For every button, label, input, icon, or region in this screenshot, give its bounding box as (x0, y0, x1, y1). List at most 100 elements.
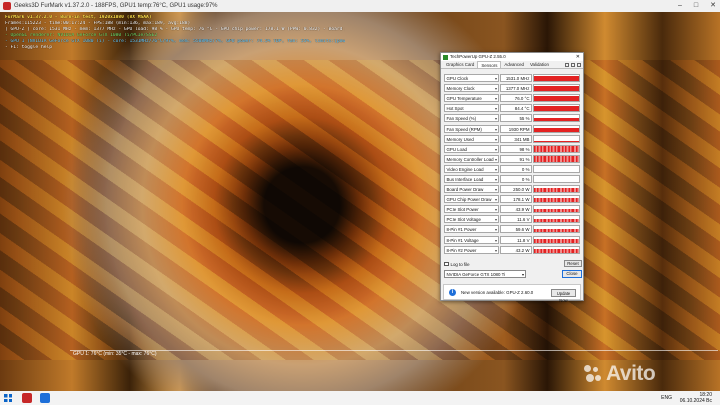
sensor-graph-fill (534, 106, 579, 112)
minimize-icon[interactable]: – (678, 0, 682, 12)
tab-sensors[interactable]: Sensors (477, 61, 502, 68)
sensor-graph (533, 215, 580, 224)
sensor-list: GPU Clock1531.0 MHzMemory Clock1377.0 MH… (444, 73, 580, 255)
sensor-label-dropdown[interactable]: GPU Temperature (444, 94, 499, 103)
sensor-label-dropdown[interactable]: Board Power Draw (444, 185, 499, 194)
sensor-label-dropdown[interactable]: Hot Spot (444, 104, 499, 113)
maximize-icon[interactable]: □ (694, 0, 698, 12)
watermark: Avito (606, 362, 656, 385)
sensor-graph-fill (534, 146, 579, 152)
sensor-graph (533, 84, 580, 93)
gpuz-taskbar-icon[interactable] (40, 393, 50, 403)
sensor-row: Video Engine Load0 % (444, 164, 580, 174)
sensor-graph (533, 205, 580, 214)
sensor-label-dropdown[interactable]: 8-Pin #1 Voltage (444, 235, 499, 244)
log-to-file-checkbox[interactable] (444, 261, 449, 267)
sensor-value: 1531.0 MHz (500, 74, 532, 83)
furmark-osd: FurMark v1.37.2.0 - Burn-in test, 1920x1… (5, 15, 345, 52)
log-to-file-label: Log to file (450, 261, 470, 267)
sensor-row: 8-Pin #1 Voltage11.8 V (444, 235, 580, 245)
tab-advanced[interactable]: Advanced (501, 61, 527, 68)
sensor-graph (533, 94, 580, 103)
close-icon[interactable]: ✕ (710, 0, 716, 12)
temperature-graph-label: GPU 1: 76°C (min: 35°C - max: 76°C) (73, 351, 157, 357)
sensor-value: 341 MB (500, 134, 532, 143)
menu-icon[interactable] (577, 62, 581, 67)
gpuz-title-bar[interactable]: TechPowerUp GPU-Z 2.55.0 ✕ (441, 53, 583, 61)
update-notice-text: New version available: GPU-Z 2.60.0 (461, 290, 534, 295)
sensor-label-dropdown[interactable]: Fan Speed (%) (444, 114, 499, 123)
sensor-graph (533, 164, 580, 173)
sensor-value: 91 % (500, 154, 532, 163)
sensor-row: PCIe Slot Voltage11.6 V (444, 214, 580, 224)
sensor-graph-fill (534, 187, 579, 193)
sensor-value: 1930 RPM (500, 124, 532, 133)
sensor-value: 0 % (500, 164, 532, 173)
sensor-graph (533, 134, 580, 143)
sensor-value: 0 % (500, 174, 532, 183)
sensor-graph-fill (534, 239, 579, 243)
taskbar: ENG 18:20 06.10.2024 Вс (0, 391, 720, 405)
screenshot-icon[interactable] (565, 62, 569, 67)
furmark-render-area: Geeks3D FurMark v1.37.2.0 - 188FPS, GPU1… (0, 0, 720, 391)
sensor-graph (533, 144, 580, 153)
sensor-label-dropdown[interactable]: PCIe Slot Voltage (444, 215, 499, 224)
close-icon[interactable]: ✕ (576, 53, 580, 61)
sensor-row: Hot Spot84.4 °C (444, 103, 580, 113)
sensor-label-dropdown[interactable]: Memory Used (444, 134, 499, 143)
sensor-value: 43.9 W (500, 205, 532, 214)
furmark-title-bar[interactable]: Geeks3D FurMark v1.37.2.0 - 188FPS, GPU1… (0, 0, 720, 12)
sensor-graph-fill (534, 219, 579, 223)
info-icon: i (449, 289, 456, 296)
sensor-value: 1377.0 MHz (500, 84, 532, 93)
clock-date: 06.10.2024 Вс (679, 398, 712, 404)
sensor-graph (533, 225, 580, 234)
sensor-graph (533, 114, 580, 123)
sensor-graph-fill (534, 156, 579, 162)
sensor-row: 8-Pin #1 Power59.6 W (444, 224, 580, 234)
sensor-value: 76.0 °C (500, 94, 532, 103)
sensor-label-dropdown[interactable]: Fan Speed (RPM) (444, 124, 499, 133)
sensor-label-dropdown[interactable]: GPU Load (444, 144, 499, 153)
sensor-graph (533, 104, 580, 113)
sensor-row: Memory Clock1377.0 MHz (444, 83, 580, 93)
sensor-graph-fill (534, 117, 579, 122)
gpuz-window[interactable]: TechPowerUp GPU-Z 2.55.0 ✕ Graphics Card… (440, 52, 584, 303)
sensor-label-dropdown[interactable]: 8-Pin #1 Power (444, 225, 499, 234)
windows-start-icon[interactable] (4, 394, 12, 402)
furmark-taskbar-icon[interactable] (22, 393, 32, 403)
sensor-graph-fill (534, 85, 579, 92)
sensor-label-dropdown[interactable]: Bus Interface Load (444, 174, 499, 183)
update-now-button[interactable]: Update Now (551, 289, 576, 303)
system-clock[interactable]: 18:20 06.10.2024 Вс (680, 392, 712, 404)
sensor-label-dropdown[interactable]: GPU Chip Power Draw (444, 195, 499, 204)
sensor-graph-fill (534, 75, 579, 82)
sensor-value: 59.6 W (500, 225, 532, 234)
sensor-graph (533, 154, 580, 163)
gpuz-tabs: Graphics Card Sensors Advanced Validatio… (441, 61, 583, 69)
reset-button[interactable]: Reset (564, 260, 582, 267)
sensor-value: 43.2 W (500, 245, 532, 254)
sensor-row: Board Power Draw250.0 W (444, 184, 580, 194)
sensor-label-dropdown[interactable]: 8-Pin #2 Power (444, 245, 499, 254)
gpu-select[interactable]: NVIDIA GeForce GTX 1080 Ti (444, 270, 526, 278)
sensor-row: GPU Clock1531.0 MHz (444, 73, 580, 83)
tab-validation[interactable]: Validation (527, 61, 552, 68)
close-button[interactable]: Close (562, 270, 582, 278)
sensor-graph (533, 195, 580, 204)
sensor-label-dropdown[interactable]: Video Engine Load (444, 164, 499, 173)
sensor-value: 178.1 W (500, 195, 532, 204)
sensor-row: PCIe Slot Power43.9 W (444, 204, 580, 214)
language-indicator[interactable]: ENG (661, 395, 672, 401)
refresh-icon[interactable] (571, 62, 575, 67)
sensor-label-dropdown[interactable]: Memory Controller Load (444, 154, 499, 163)
sensor-label-dropdown[interactable]: Memory Clock (444, 84, 499, 93)
sensor-value: 98 % (500, 144, 532, 153)
sensor-label-dropdown[interactable]: PCIe Slot Power (444, 205, 499, 214)
sensor-row: Bus Interface Load0 % (444, 174, 580, 184)
sensor-row: Fan Speed (RPM)1930 RPM (444, 123, 580, 133)
sensor-label-dropdown[interactable]: GPU Clock (444, 74, 499, 83)
tab-graphics-card[interactable]: Graphics Card (443, 61, 477, 68)
sensor-value: 250.0 W (500, 185, 532, 194)
sensor-value: 55 % (500, 114, 532, 123)
